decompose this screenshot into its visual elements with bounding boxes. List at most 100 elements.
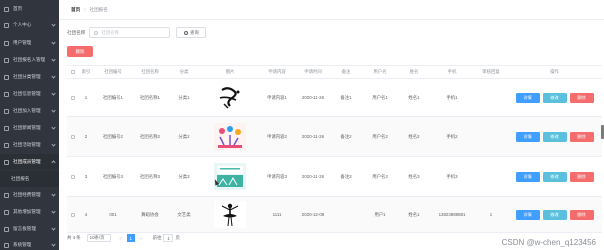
sidebar-item-club-join[interactable]: 社团加入管理 <box>0 103 59 119</box>
menu-icon <box>4 142 9 148</box>
sidebar-item-profile[interactable]: 个人中心 <box>0 17 59 33</box>
dance-poster-image <box>214 123 246 150</box>
chevron-down-icon <box>51 108 56 113</box>
edit-button[interactable]: 修改 <box>542 171 567 182</box>
menu-icon <box>4 125 9 131</box>
col-header-ops: 操作 <box>550 69 559 74</box>
cell-name: 社团名称2 <box>139 133 160 139</box>
search-input[interactable]: 社团名称 <box>89 27 171 38</box>
select-all-checkbox[interactable] <box>67 70 79 74</box>
sidebar-item-label: 社团报名入管理 <box>13 57 46 62</box>
chevron-down-icon <box>51 226 56 231</box>
sidebar-item-club-category[interactable]: 社团分类管理 <box>0 69 59 85</box>
detail-button[interactable]: 详情 <box>515 131 540 142</box>
cell-content: 申请内容3 <box>266 173 287 179</box>
row-checkbox[interactable] <box>67 212 79 217</box>
cell-remark: 备注3 <box>340 173 352 179</box>
detail-button[interactable]: 详情 <box>515 171 540 182</box>
delete-button[interactable]: 删除 <box>569 209 594 220</box>
cell-user: 用户1 <box>374 211 386 217</box>
edit-button[interactable]: 修改 <box>542 209 567 220</box>
row-checkbox[interactable] <box>67 134 79 139</box>
sidebar-item-label: 社团新闻管理 <box>13 125 41 130</box>
cell-content: 申请内容1 <box>266 94 287 100</box>
cell-category: 分类2 <box>178 133 190 139</box>
cell-time: 2020-11-26 <box>301 134 325 139</box>
cell-name: 社团名称1 <box>139 94 160 100</box>
cell-category: 分类3 <box>178 173 190 179</box>
cell-image <box>201 84 259 111</box>
sidebar-item-club-info[interactable]: 社团信息管理 <box>0 86 59 102</box>
cell-image <box>201 201 259 228</box>
sidebar-item-label: 个人中心 <box>13 22 32 27</box>
sidebar-item-label: 社团成员管理 <box>13 159 41 164</box>
delete-button[interactable]: 删除 <box>569 171 594 182</box>
page-number[interactable]: 1 <box>126 234 135 242</box>
cell-code: 社团编号2 <box>102 133 123 139</box>
table-header: 索引 社团编号 社团名称 分类 图片 申请内容 申请时间 备注 用户名 姓名 手… <box>67 65 602 79</box>
sidebar-item-club-funds[interactable]: 社团经费管理 <box>0 187 59 203</box>
search-label: 社团名称 <box>67 29 86 35</box>
row-actions: 详情 修改 删除 <box>507 131 602 142</box>
sidebar-item-label: 社团经费管理 <box>13 192 41 197</box>
search-bar: 社团名称 社团名称 查询 <box>67 27 207 38</box>
row-checkbox[interactable] <box>67 174 79 179</box>
page-size-select[interactable]: 10条/页 <box>86 234 111 242</box>
cell-content: 申请内容2 <box>266 133 287 139</box>
detail-button[interactable]: 详情 <box>515 92 540 103</box>
sidebar: 首页 个人中心 用户管理 社团报名入管理 社团分类管理 社团信息管理 社团加入管… <box>0 0 59 250</box>
delete-button[interactable]: 删除 <box>569 131 594 142</box>
query-button-label: 查询 <box>189 29 199 35</box>
sidebar-item-club-news[interactable]: 社团新闻管理 <box>0 120 59 136</box>
sidebar-item-label: 社团分类管理 <box>13 74 41 79</box>
table-row: 2 社团编号2 社团名称2 分类2 申请内容2 2020-11-26 备注2 用… <box>67 117 602 157</box>
edit-button[interactable]: 修改 <box>542 92 567 103</box>
bulk-delete-button[interactable]: 删除 <box>67 46 93 57</box>
calligraphy-image <box>214 84 246 111</box>
sidebar-item-other[interactable]: 其他增加管理 <box>0 204 59 220</box>
cell-category: 文艺类 <box>177 211 191 217</box>
prev-page-button[interactable]: < <box>117 234 125 242</box>
sidebar-subitem-club-signup[interactable]: 社团报名 <box>0 171 59 187</box>
bulk-delete-label: 删除 <box>75 48 85 54</box>
sidebar-item-messages[interactable]: 留言板管理 <box>0 221 59 237</box>
sidebar-item-label: 社团活动管理 <box>13 142 41 147</box>
cell-user: 用户名2 <box>372 133 388 139</box>
menu-icon <box>4 108 9 114</box>
row-checkbox[interactable] <box>67 95 79 100</box>
sidebar-item-label: 其他增加管理 <box>13 209 41 214</box>
menu-icon <box>4 192 9 198</box>
sidebar-item-system[interactable]: 系统管理 <box>0 237 59 250</box>
goto-prefix: 前往 <box>152 235 162 240</box>
chevron-down-icon <box>51 125 56 130</box>
sidebar-item-club-members[interactable]: 社团成员管理 <box>0 154 59 170</box>
cell-index: 1 <box>84 95 88 100</box>
chevron-down-icon <box>51 40 56 45</box>
search-icon <box>94 30 99 35</box>
col-header-time: 申请时间 <box>304 69 322 74</box>
edit-button[interactable]: 修改 <box>542 131 567 142</box>
cell-time: 2020-12-08 <box>301 212 325 217</box>
sidebar-item-club-activity[interactable]: 社团活动管理 <box>0 137 59 153</box>
sidebar-item-club-apply[interactable]: 社团报名入管理 <box>0 52 59 68</box>
sidebar-item-users[interactable]: 用户管理 <box>0 35 59 51</box>
cell-image <box>201 123 259 150</box>
cell-code: 社团编号3 <box>102 173 123 179</box>
chevron-down-icon <box>51 57 56 62</box>
chevron-down-icon <box>51 142 56 147</box>
cell-name: 社团名称3 <box>139 173 160 179</box>
sidebar-item-home[interactable]: 首页 <box>0 1 59 17</box>
sidebar-item-label: 社团信息管理 <box>13 91 41 96</box>
col-header-user: 用户名 <box>373 69 387 74</box>
cell-phone: 手机2 <box>446 133 458 139</box>
cell-phone: 13823888881 <box>438 212 466 217</box>
delete-button[interactable]: 删除 <box>569 92 594 103</box>
cell-phone: 手机1 <box>446 94 458 100</box>
chevron-down-icon <box>51 209 56 214</box>
breadcrumb-home[interactable]: 首页 <box>71 7 80 13</box>
goto-page-input[interactable]: 1 <box>163 234 174 242</box>
cell-index: 3 <box>84 174 88 179</box>
next-page-button[interactable]: > <box>137 234 145 242</box>
query-button[interactable]: 查询 <box>176 27 207 38</box>
detail-button[interactable]: 详情 <box>515 209 540 220</box>
